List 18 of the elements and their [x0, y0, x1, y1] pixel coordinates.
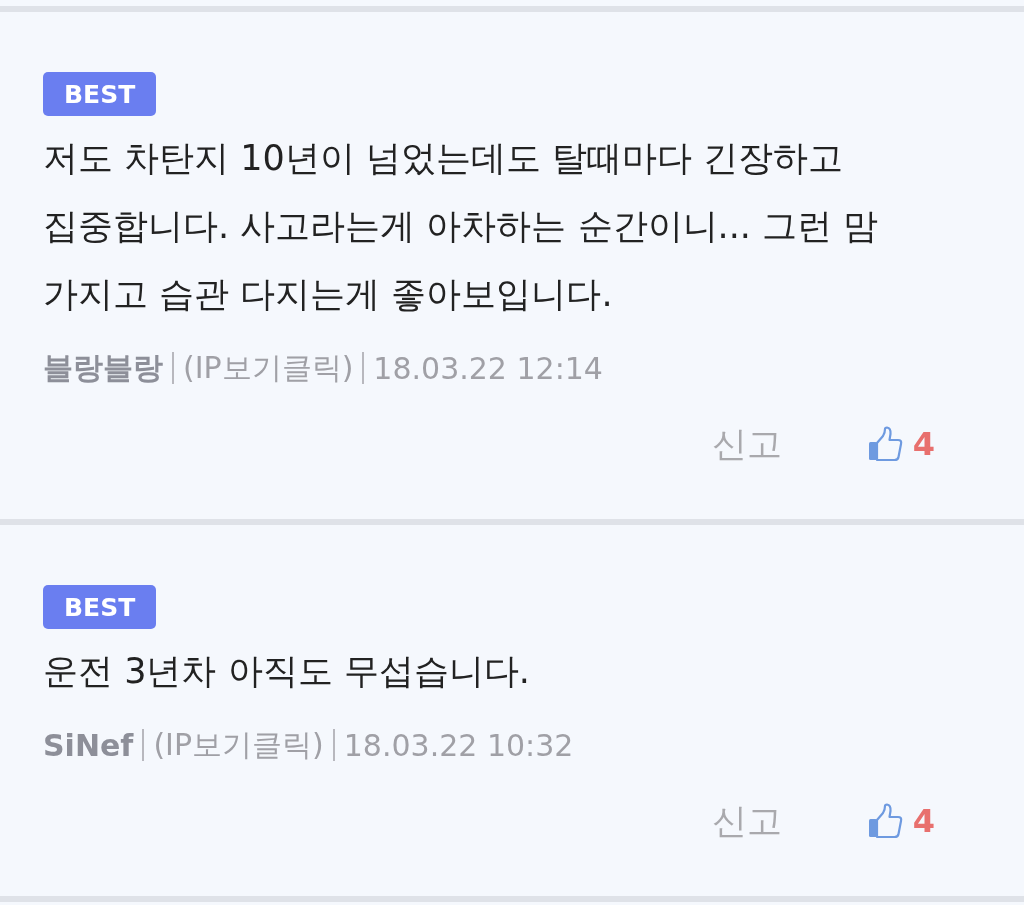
author-name[interactable]: 블랑블랑	[43, 347, 163, 389]
report-button[interactable]: 신고	[711, 420, 782, 468]
like-count: 4	[912, 425, 935, 463]
comment-date: 18.03.22 10:32	[343, 727, 574, 763]
thumbs-up-icon	[867, 426, 903, 462]
best-badge: BEST	[43, 585, 157, 629]
ip-link[interactable]: (IP보기클릭)	[153, 724, 324, 766]
author-name[interactable]: SiNef	[43, 727, 134, 763]
thumbs-up-icon	[867, 803, 903, 839]
best-badge: BEST	[43, 72, 157, 116]
report-button[interactable]: 신고	[711, 797, 782, 845]
comment-text: 저도 차탄지 10년이 넘었는데도 탈때마다 긴장하고 집중합니다. 사고라는게 아차하는 순간이니... 그런 맘 가지고 습관 다지는게 좋아보입니다.	[43, 137, 880, 316]
like-button[interactable]: 4	[867, 425, 935, 463]
comment-date: 18.03.22 12:14	[373, 350, 603, 386]
like-count: 4	[912, 802, 935, 840]
ip-link[interactable]: (IP보기클릭)	[183, 347, 354, 389]
like-button[interactable]: 4	[867, 802, 935, 840]
comment-text: 운전 3년차 아직도 무섭습니다.	[43, 650, 531, 693]
